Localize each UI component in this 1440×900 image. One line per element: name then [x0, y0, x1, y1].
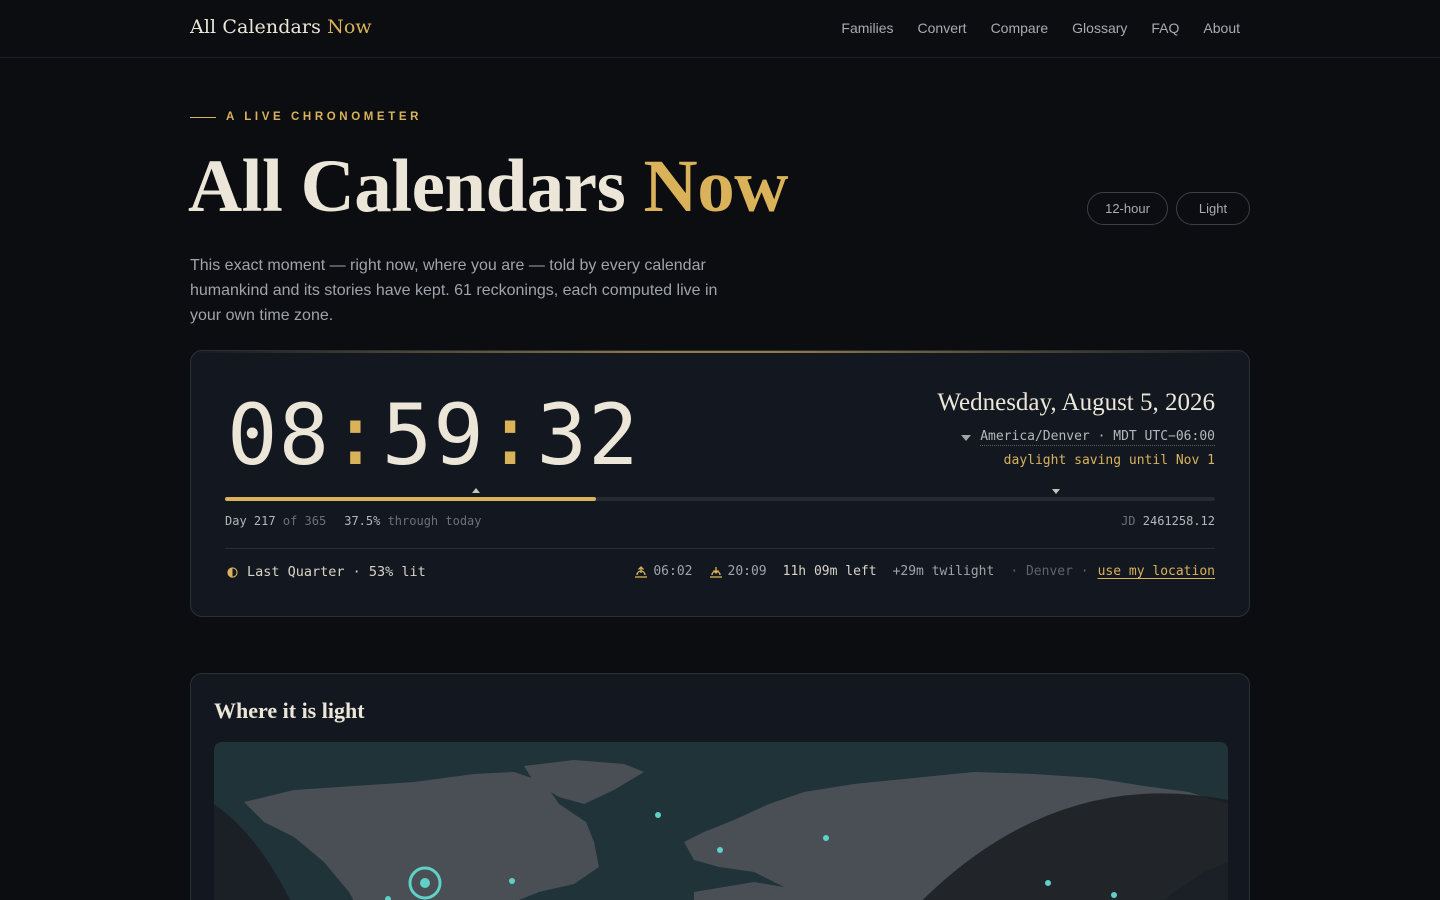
jd-label: JD	[1121, 514, 1136, 528]
clock-seconds: 32	[536, 386, 640, 484]
page-title-main: All Calendars	[188, 145, 626, 228]
clock-separator: :	[484, 386, 537, 484]
day-label: Day	[225, 514, 247, 528]
city-dot[interactable]	[823, 835, 829, 841]
intro-text: This exact moment — right now, where you…	[190, 257, 718, 324]
sunrise-icon	[635, 565, 648, 578]
city-name: · Denver ·	[1010, 564, 1089, 579]
days-in-year: 365	[304, 514, 327, 528]
nav-link-families[interactable]: Families	[841, 20, 893, 36]
hour-format-toggle[interactable]: 12-hour	[1087, 192, 1168, 225]
sunset-time: 20:09	[727, 564, 767, 579]
eyebrow: A LIVE CHRONOMETER	[190, 111, 422, 123]
sunset-icon	[709, 566, 722, 578]
dst-note: daylight saving until Nov 1	[1003, 453, 1215, 468]
map-title: Where it is light	[214, 698, 365, 723]
moon-phase-text: Last Quarter · 53% lit	[247, 564, 426, 580]
marker-down-icon	[1052, 489, 1060, 494]
city-dot[interactable]	[717, 847, 723, 853]
current-location-dot	[420, 878, 430, 888]
year-progress-fill	[225, 497, 597, 501]
nav-links: Families Convert Compare Glossary FAQ Ab…	[841, 20, 1240, 36]
city-dot[interactable]	[655, 812, 661, 818]
brand-logo[interactable]: All Calendars Now	[190, 16, 372, 38]
clock-card: 08:59:32 Wednesday, August 5, 2026 Ameri…	[190, 350, 1250, 617]
timezone-selector[interactable]: America/Denver · MDT UTC−06:00	[961, 429, 1215, 446]
sunrise-time: 06:02	[653, 564, 693, 579]
digital-clock: 08:59:32	[227, 385, 640, 485]
theme-toggle[interactable]: Light	[1176, 192, 1250, 225]
of-label: of	[282, 514, 298, 528]
nav-link-about[interactable]: About	[1203, 20, 1240, 36]
world-map[interactable]	[214, 742, 1228, 900]
clock-minutes: 59	[381, 386, 485, 484]
eyebrow-text: A LIVE CHRONOMETER	[226, 111, 422, 123]
clock-hours: 08	[227, 386, 331, 484]
city-dot[interactable]	[1111, 892, 1117, 898]
jd-value: 2461258.12	[1142, 514, 1215, 528]
year-stats: Day 217 of 365 37.5% through today	[225, 514, 482, 528]
city-dot[interactable]	[1045, 880, 1051, 886]
moon-phase: Last Quarter · 53% lit	[227, 564, 426, 580]
nav-link-glossary[interactable]: Glossary	[1072, 20, 1127, 36]
nav-link-convert[interactable]: Convert	[918, 20, 967, 36]
use-location-link[interactable]: use my location	[1098, 564, 1215, 579]
daylight-left: 11h 09m left	[782, 564, 877, 579]
nav-link-faq[interactable]: FAQ	[1151, 20, 1179, 36]
page-title-accent: Now	[643, 145, 789, 228]
world-map-svg	[214, 742, 1228, 900]
timezone-label: America/Denver · MDT UTC−06:00	[980, 429, 1215, 446]
moon-half-icon	[227, 566, 238, 578]
city-dot[interactable]	[509, 878, 515, 884]
current-date: Wednesday, August 5, 2026	[937, 389, 1215, 416]
brand-name: All Calendars	[190, 16, 321, 38]
nav-link-compare[interactable]: Compare	[991, 20, 1049, 36]
caret-down-icon	[961, 434, 972, 441]
card-divider	[225, 548, 1215, 549]
julian-date: JD 2461258.12	[1121, 514, 1215, 528]
top-navigation: All Calendars Now Families Convert Compa…	[0, 0, 1440, 58]
eyebrow-rule	[190, 116, 216, 118]
twilight-duration: +29m twilight	[892, 564, 995, 579]
percent-through: 37.5%	[344, 514, 381, 528]
marker-up-icon	[472, 488, 480, 493]
brand-accent: Now	[327, 16, 372, 38]
through-label: through today	[387, 514, 482, 528]
page-title: All Calendars Now	[188, 146, 788, 228]
clock-separator: :	[330, 386, 382, 484]
year-progress-bar	[225, 497, 1215, 501]
day-of-year: 217	[253, 514, 276, 528]
daylight-map-card: Where it is light	[190, 673, 1250, 900]
sun-times: 06:02 20:09 11h 09m left +29m twilight ·…	[634, 564, 1215, 579]
